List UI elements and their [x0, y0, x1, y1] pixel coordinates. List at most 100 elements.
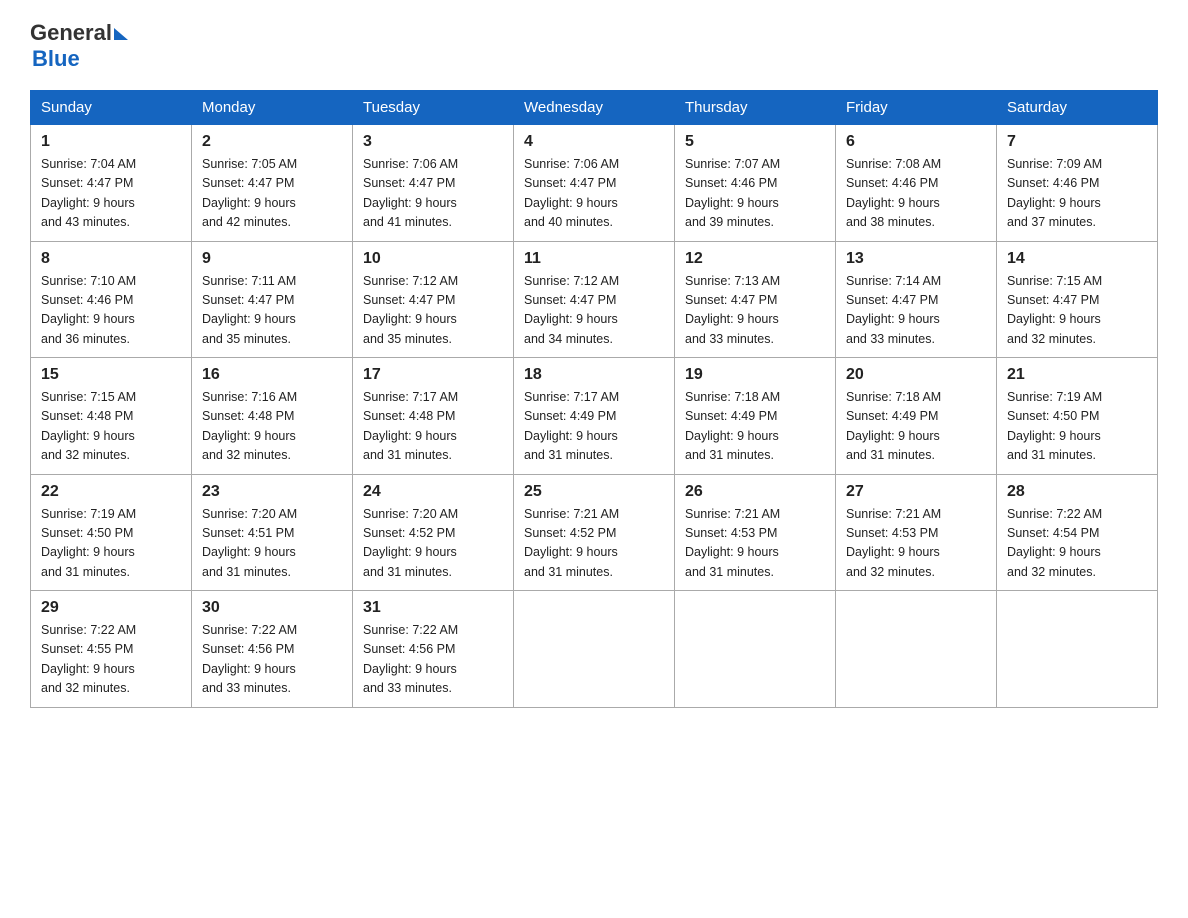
calendar-day-cell: 4 Sunrise: 7:06 AMSunset: 4:47 PMDaylight…: [514, 125, 675, 242]
day-info: Sunrise: 7:15 AMSunset: 4:47 PMDaylight:…: [1007, 272, 1147, 350]
calendar-day-cell: 7 Sunrise: 7:09 AMSunset: 4:46 PMDaylight…: [997, 125, 1158, 242]
day-number: 16: [202, 366, 342, 384]
calendar-day-cell: 16 Sunrise: 7:16 AMSunset: 4:48 PMDayligh…: [192, 358, 353, 475]
calendar-day-cell: [675, 591, 836, 708]
day-number: 28: [1007, 483, 1147, 501]
calendar-day-cell: [514, 591, 675, 708]
day-info: Sunrise: 7:07 AMSunset: 4:46 PMDaylight:…: [685, 155, 825, 233]
logo-general-text: General: [30, 20, 112, 46]
day-number: 27: [846, 483, 986, 501]
day-number: 29: [41, 599, 181, 617]
calendar-day-cell: 27 Sunrise: 7:21 AMSunset: 4:53 PMDayligh…: [836, 474, 997, 591]
day-info: Sunrise: 7:22 AMSunset: 4:54 PMDaylight:…: [1007, 505, 1147, 583]
day-info: Sunrise: 7:18 AMSunset: 4:49 PMDaylight:…: [685, 388, 825, 466]
day-number: 3: [363, 133, 503, 151]
calendar-day-cell: [997, 591, 1158, 708]
day-info: Sunrise: 7:11 AMSunset: 4:47 PMDaylight:…: [202, 272, 342, 350]
day-number: 13: [846, 250, 986, 268]
day-number: 26: [685, 483, 825, 501]
day-number: 5: [685, 133, 825, 151]
day-number: 17: [363, 366, 503, 384]
calendar-day-cell: 23 Sunrise: 7:20 AMSunset: 4:51 PMDayligh…: [192, 474, 353, 591]
day-info: Sunrise: 7:17 AMSunset: 4:48 PMDaylight:…: [363, 388, 503, 466]
calendar-day-cell: 3 Sunrise: 7:06 AMSunset: 4:47 PMDaylight…: [353, 125, 514, 242]
weekday-header-saturday: Saturday: [997, 91, 1158, 125]
day-number: 10: [363, 250, 503, 268]
weekday-header-tuesday: Tuesday: [353, 91, 514, 125]
day-number: 23: [202, 483, 342, 501]
day-info: Sunrise: 7:04 AMSunset: 4:47 PMDaylight:…: [41, 155, 181, 233]
day-info: Sunrise: 7:12 AMSunset: 4:47 PMDaylight:…: [363, 272, 503, 350]
calendar-day-cell: 9 Sunrise: 7:11 AMSunset: 4:47 PMDaylight…: [192, 241, 353, 358]
day-info: Sunrise: 7:21 AMSunset: 4:53 PMDaylight:…: [685, 505, 825, 583]
calendar-week-row: 22 Sunrise: 7:19 AMSunset: 4:50 PMDayligh…: [31, 474, 1158, 591]
day-info: Sunrise: 7:05 AMSunset: 4:47 PMDaylight:…: [202, 155, 342, 233]
calendar-day-cell: 10 Sunrise: 7:12 AMSunset: 4:47 PMDayligh…: [353, 241, 514, 358]
day-info: Sunrise: 7:22 AMSunset: 4:55 PMDaylight:…: [41, 621, 181, 699]
calendar-day-cell: 28 Sunrise: 7:22 AMSunset: 4:54 PMDayligh…: [997, 474, 1158, 591]
calendar-day-cell: 13 Sunrise: 7:14 AMSunset: 4:47 PMDayligh…: [836, 241, 997, 358]
weekday-header-thursday: Thursday: [675, 91, 836, 125]
day-info: Sunrise: 7:14 AMSunset: 4:47 PMDaylight:…: [846, 272, 986, 350]
calendar-day-cell: 31Sunrise: 7:22 AMSunset: 4:56 PMDayligh…: [353, 591, 514, 708]
day-info: Sunrise: 7:18 AMSunset: 4:49 PMDaylight:…: [846, 388, 986, 466]
day-info: Sunrise: 7:08 AMSunset: 4:46 PMDaylight:…: [846, 155, 986, 233]
day-number: 6: [846, 133, 986, 151]
calendar-week-row: 8Sunrise: 7:10 AMSunset: 4:46 PMDaylight…: [31, 241, 1158, 358]
calendar-day-cell: 21Sunrise: 7:19 AMSunset: 4:50 PMDayligh…: [997, 358, 1158, 475]
day-number: 7: [1007, 133, 1147, 151]
logo: General Blue: [30, 20, 128, 72]
calendar-week-row: 1 Sunrise: 7:04 AMSunset: 4:47 PMDaylight…: [31, 125, 1158, 242]
calendar-day-cell: 6 Sunrise: 7:08 AMSunset: 4:46 PMDaylight…: [836, 125, 997, 242]
weekday-header-monday: Monday: [192, 91, 353, 125]
day-info: Sunrise: 7:21 AMSunset: 4:52 PMDaylight:…: [524, 505, 664, 583]
day-info: Sunrise: 7:22 AMSunset: 4:56 PMDaylight:…: [363, 621, 503, 699]
calendar-week-row: 29 Sunrise: 7:22 AMSunset: 4:55 PMDayligh…: [31, 591, 1158, 708]
day-info: Sunrise: 7:21 AMSunset: 4:53 PMDaylight:…: [846, 505, 986, 583]
calendar-day-cell: 25Sunrise: 7:21 AMSunset: 4:52 PMDayligh…: [514, 474, 675, 591]
calendar-day-cell: 30Sunrise: 7:22 AMSunset: 4:56 PMDayligh…: [192, 591, 353, 708]
calendar-table: SundayMondayTuesdayWednesdayThursdayFrid…: [30, 90, 1158, 708]
calendar-body: 1 Sunrise: 7:04 AMSunset: 4:47 PMDaylight…: [31, 125, 1158, 708]
day-number: 22: [41, 483, 181, 501]
day-info: Sunrise: 7:19 AMSunset: 4:50 PMDaylight:…: [41, 505, 181, 583]
weekday-header-friday: Friday: [836, 91, 997, 125]
day-info: Sunrise: 7:16 AMSunset: 4:48 PMDaylight:…: [202, 388, 342, 466]
day-number: 11: [524, 250, 664, 268]
day-number: 1: [41, 133, 181, 151]
day-number: 24: [363, 483, 503, 501]
calendar-day-cell: 26 Sunrise: 7:21 AMSunset: 4:53 PMDayligh…: [675, 474, 836, 591]
day-info: Sunrise: 7:06 AMSunset: 4:47 PMDaylight:…: [363, 155, 503, 233]
page-header: General Blue: [30, 20, 1158, 72]
calendar-day-cell: 17 Sunrise: 7:17 AMSunset: 4:48 PMDayligh…: [353, 358, 514, 475]
day-number: 14: [1007, 250, 1147, 268]
calendar-day-cell: 29 Sunrise: 7:22 AMSunset: 4:55 PMDayligh…: [31, 591, 192, 708]
calendar-day-cell: 24 Sunrise: 7:20 AMSunset: 4:52 PMDayligh…: [353, 474, 514, 591]
day-info: Sunrise: 7:09 AMSunset: 4:46 PMDaylight:…: [1007, 155, 1147, 233]
weekday-header-sunday: Sunday: [31, 91, 192, 125]
calendar-day-cell: 1 Sunrise: 7:04 AMSunset: 4:47 PMDaylight…: [31, 125, 192, 242]
day-info: Sunrise: 7:19 AMSunset: 4:50 PMDaylight:…: [1007, 388, 1147, 466]
day-info: Sunrise: 7:20 AMSunset: 4:52 PMDaylight:…: [363, 505, 503, 583]
calendar-day-cell: 19Sunrise: 7:18 AMSunset: 4:49 PMDayligh…: [675, 358, 836, 475]
day-number: 4: [524, 133, 664, 151]
day-number: 20: [846, 366, 986, 384]
calendar-day-cell: 15Sunrise: 7:15 AMSunset: 4:48 PMDayligh…: [31, 358, 192, 475]
day-info: Sunrise: 7:12 AMSunset: 4:47 PMDaylight:…: [524, 272, 664, 350]
calendar-day-cell: 5 Sunrise: 7:07 AMSunset: 4:46 PMDaylight…: [675, 125, 836, 242]
weekday-header-wednesday: Wednesday: [514, 91, 675, 125]
day-info: Sunrise: 7:20 AMSunset: 4:51 PMDaylight:…: [202, 505, 342, 583]
day-number: 12: [685, 250, 825, 268]
day-info: Sunrise: 7:17 AMSunset: 4:49 PMDaylight:…: [524, 388, 664, 466]
day-number: 30: [202, 599, 342, 617]
day-info: Sunrise: 7:06 AMSunset: 4:47 PMDaylight:…: [524, 155, 664, 233]
calendar-day-cell: 2 Sunrise: 7:05 AMSunset: 4:47 PMDaylight…: [192, 125, 353, 242]
calendar-day-cell: 8Sunrise: 7:10 AMSunset: 4:46 PMDaylight…: [31, 241, 192, 358]
calendar-day-cell: 18Sunrise: 7:17 AMSunset: 4:49 PMDayligh…: [514, 358, 675, 475]
day-number: 15: [41, 366, 181, 384]
logo-blue-text: Blue: [32, 46, 80, 72]
day-number: 9: [202, 250, 342, 268]
weekday-header-row: SundayMondayTuesdayWednesdayThursdayFrid…: [31, 91, 1158, 125]
calendar-day-cell: 22 Sunrise: 7:19 AMSunset: 4:50 PMDayligh…: [31, 474, 192, 591]
day-number: 2: [202, 133, 342, 151]
